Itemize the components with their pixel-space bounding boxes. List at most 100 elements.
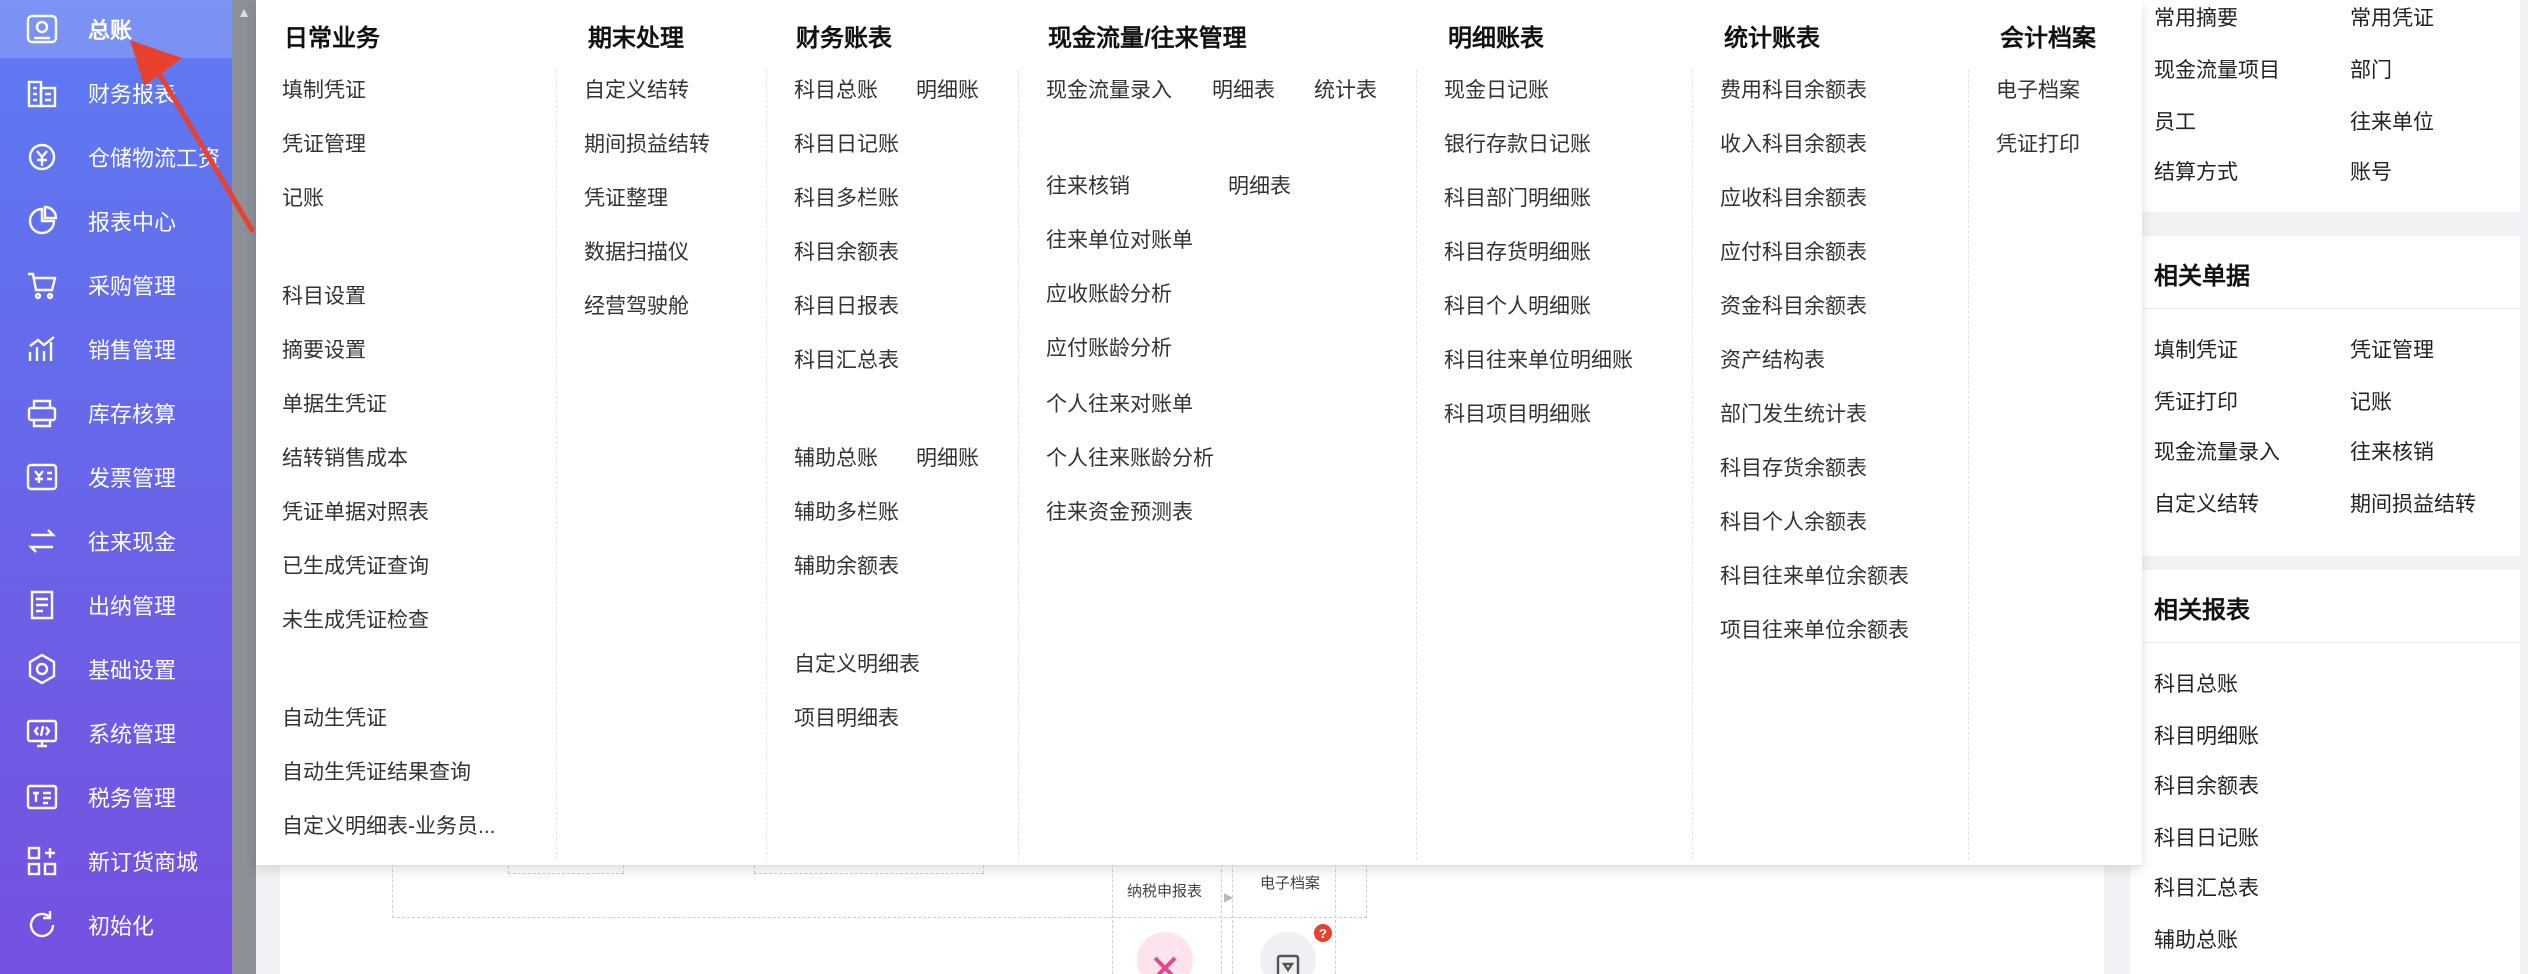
menu-link[interactable]: 部门发生统计表 [1720,398,1867,428]
menu-link[interactable]: 应付账龄分析 [1046,332,1172,362]
menu-link[interactable]: 未生成凭证检查 [282,604,429,634]
menu-link[interactable]: 结转销售成本 [282,442,408,472]
menu-link[interactable]: 科目个人明细账 [1444,290,1591,320]
sidebar-item-inventory[interactable]: 库存核算 [0,384,232,442]
menu-link[interactable]: 科目存货明细账 [1444,236,1591,266]
menu-link[interactable]: 科目总账 [794,74,878,104]
right-link[interactable]: 科目总账 [2154,668,2238,698]
menu-link[interactable]: 资金科目余额表 [1720,290,1867,320]
menu-link[interactable]: 银行存款日记账 [1444,128,1591,158]
menu-link[interactable]: 单据生凭证 [282,388,387,418]
right-link[interactable]: 常用摘要 [2154,2,2238,32]
menu-link[interactable]: 科目日报表 [794,290,899,320]
right-link[interactable]: 辅助总账 [2154,924,2238,954]
menu-link[interactable]: 辅助总账 [794,442,878,472]
right-link[interactable]: 现金流量录入 [2154,436,2280,466]
sidebar-item-initialization[interactable]: 初始化 [0,896,232,954]
menu-link[interactable]: 摘要设置 [282,334,366,364]
sidebar-item-invoice[interactable]: 发票管理 [0,448,232,506]
sidebar-item-basic-settings[interactable]: 基础设置 [0,640,232,698]
menu-link[interactable]: 科目个人余额表 [1720,506,1867,536]
menu-link[interactable]: 科目余额表 [794,236,899,266]
right-link[interactable]: 往来核销 [2350,436,2434,466]
menu-link[interactable]: 费用科目余额表 [1720,74,1867,104]
menu-link[interactable]: 科目汇总表 [794,344,899,374]
right-link[interactable]: 科目汇总表 [2154,872,2259,902]
menu-link[interactable]: 凭证整理 [584,182,668,212]
menu-link[interactable]: 数据扫描仪 [584,236,689,266]
menu-link[interactable]: 期间损益结转 [584,128,710,158]
menu-link[interactable]: 科目日记账 [794,128,899,158]
sidebar-item-sales[interactable]: 销售管理 [0,320,232,378]
menu-link[interactable]: 往来资金预测表 [1046,496,1193,526]
menu-link[interactable]: 科目往来单位余额表 [1720,560,1909,590]
menu-link[interactable]: 已生成凭证查询 [282,550,429,580]
menu-link[interactable]: 往来单位对账单 [1046,224,1193,254]
right-link[interactable]: 自定义结转 [2154,488,2259,518]
sidebar-item-cashier[interactable]: 出纳管理 [0,576,232,634]
menu-link[interactable]: 科目项目明细账 [1444,398,1591,428]
sidebar-item-system[interactable]: 系统管理 [0,704,232,762]
menu-link[interactable]: 个人往来账龄分析 [1046,442,1214,472]
menu-link[interactable]: 辅助多栏账 [794,496,899,526]
scroll-up-arrow-icon[interactable]: ▲ [232,0,256,24]
right-link[interactable]: 凭证打印 [2154,386,2238,416]
right-link[interactable]: 凭证管理 [2350,334,2434,364]
right-link[interactable]: 科目日记账 [2154,822,2259,852]
sidebar-item-tax[interactable]: 税务管理 [0,768,232,826]
menu-link[interactable]: 自动生凭证 [282,702,387,732]
sidebar-item-ar-ap-cash[interactable]: 往来现金 [0,512,232,570]
menu-link[interactable]: 往来核销 [1046,170,1130,200]
menu-link[interactable]: 自定义明细表 [794,648,920,678]
tax-return-node[interactable] [1137,932,1193,974]
menu-link[interactable]: 经营驾驶舱 [584,290,689,320]
menu-link[interactable]: 统计表 [1314,74,1377,104]
menu-link[interactable]: 电子档案 [1996,74,2080,104]
right-link[interactable]: 部门 [2350,54,2392,84]
menu-link[interactable]: 科目多栏账 [794,182,899,212]
menu-link[interactable]: 项目明细表 [794,702,899,732]
menu-link[interactable]: 明细表 [1212,74,1275,104]
right-link[interactable]: 填制凭证 [2154,334,2238,364]
menu-link[interactable]: 自动生凭证结果查询 [282,756,471,786]
e-archive-node[interactable] [1260,932,1316,974]
right-link[interactable]: 往来单位 [2350,106,2434,136]
right-link[interactable]: 现金流量项目 [2154,54,2280,84]
menu-link[interactable]: 科目设置 [282,280,366,310]
menu-link[interactable]: 明细表 [1228,170,1291,200]
menu-link[interactable]: 资产结构表 [1720,344,1825,374]
right-link[interactable]: 期间损益结转 [2350,488,2476,518]
menu-link[interactable]: 科目存货余额表 [1720,452,1867,482]
right-link[interactable]: 账号 [2350,156,2392,186]
menu-link[interactable]: 明细账 [916,74,979,104]
right-link[interactable]: 记账 [2350,386,2392,416]
right-link[interactable]: 员工 [2154,106,2196,136]
menu-link[interactable]: 应收账龄分析 [1046,278,1172,308]
menu-link[interactable]: 科目部门明细账 [1444,182,1591,212]
menu-link[interactable]: 记账 [282,182,324,212]
menu-link[interactable]: 凭证单据对照表 [282,496,429,526]
monitor-code-icon [22,713,62,753]
menu-link[interactable]: 现金流量录入 [1046,74,1172,104]
menu-link[interactable]: 自定义明细表-业务员... [282,810,496,840]
right-link[interactable]: 科目明细账 [2154,720,2259,750]
menu-link[interactable]: 填制凭证 [282,74,366,104]
menu-link[interactable]: 应付科目余额表 [1720,236,1867,266]
menu-link[interactable]: 个人往来对账单 [1046,388,1193,418]
menu-link[interactable]: 收入科目余额表 [1720,128,1867,158]
alert-badge[interactable]: ? [1314,924,1332,942]
sidebar-item-purchase[interactable]: 采购管理 [0,256,232,314]
menu-link[interactable]: 凭证管理 [282,128,366,158]
right-link[interactable]: 常用凭证 [2350,2,2434,32]
menu-link[interactable]: 辅助余额表 [794,550,899,580]
right-link[interactable]: 结算方式 [2154,156,2238,186]
menu-link[interactable]: 现金日记账 [1444,74,1549,104]
menu-link[interactable]: 项目往来单位余额表 [1720,614,1909,644]
right-link[interactable]: 科目余额表 [2154,770,2259,800]
menu-link[interactable]: 自定义结转 [584,74,689,104]
menu-link[interactable]: 科目往来单位明细账 [1444,344,1633,374]
menu-link[interactable]: 明细账 [916,442,979,472]
menu-link[interactable]: 应收科目余额表 [1720,182,1867,212]
menu-link[interactable]: 凭证打印 [1996,128,2080,158]
sidebar-item-order-mall[interactable]: 新订货商城 [0,832,232,890]
